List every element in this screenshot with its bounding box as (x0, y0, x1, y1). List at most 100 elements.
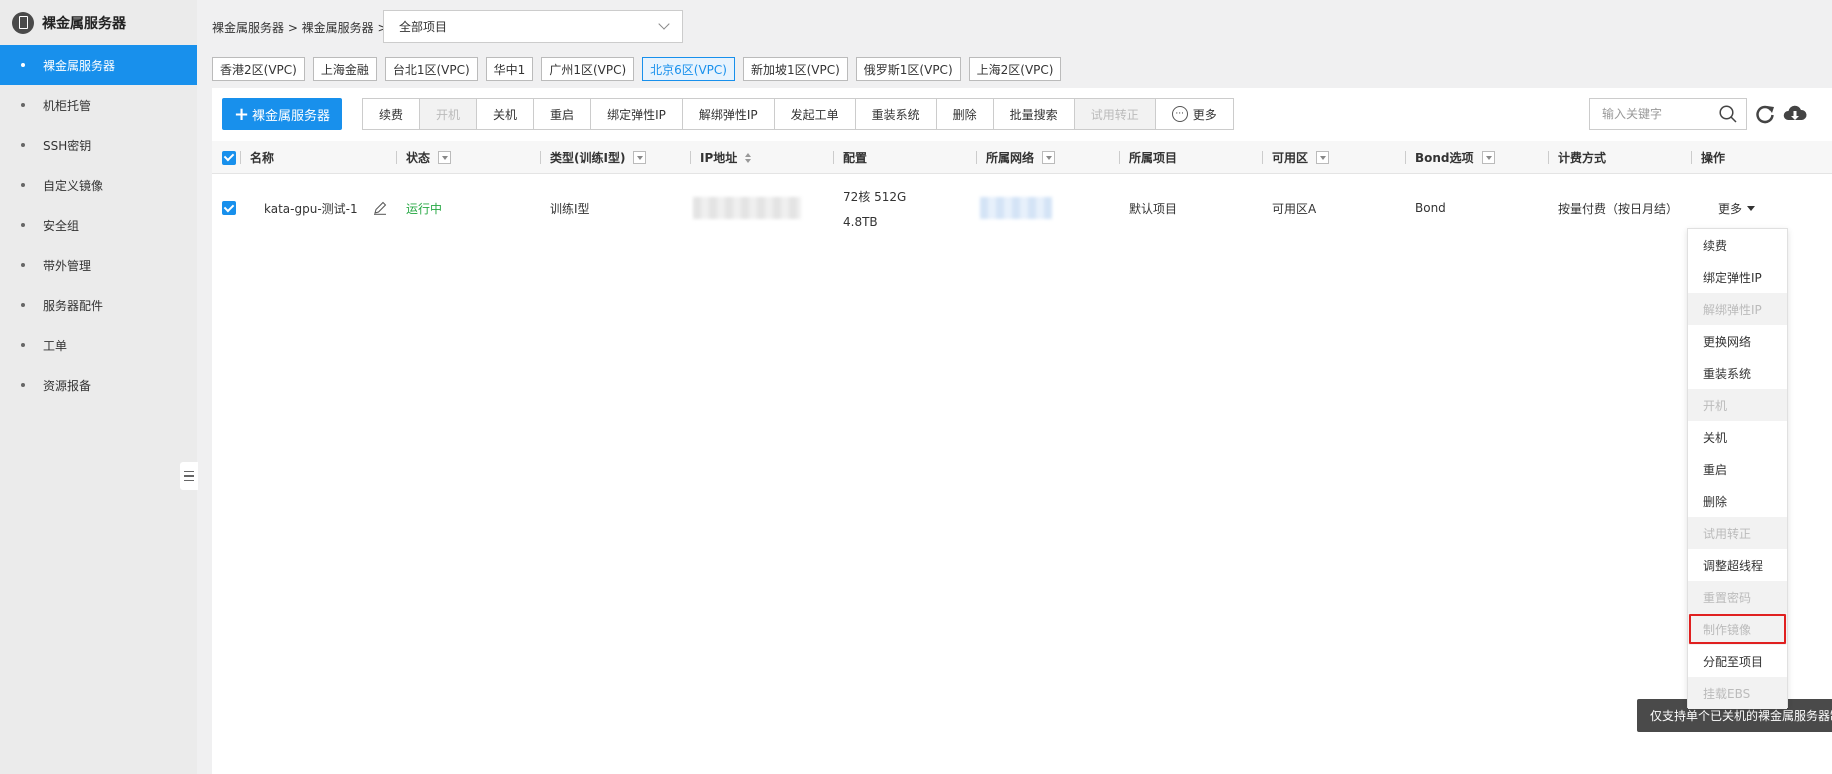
more-dots-icon: ··· (1171, 106, 1188, 122)
toolbar-action-button[interactable]: 批量搜索 (993, 99, 1075, 129)
dropdown-menu-item[interactable]: 制作镜像 (1688, 613, 1787, 645)
search-icon[interactable] (1719, 105, 1737, 123)
toolbar-action-button[interactable]: 发起工单 (774, 99, 856, 129)
table-row[interactable]: kata-gpu-测试-1 运行中 训练I型 72核 512G 4.8TB 默认… (212, 175, 1832, 241)
region-tab[interactable]: 台北1区(VPC) (384, 57, 478, 81)
sidebar-item-label: 安全组 (43, 218, 80, 233)
select-all-checkbox[interactable] (222, 141, 236, 174)
bullet-icon (21, 183, 25, 187)
dropdown-menu-item[interactable]: 解绑弹性IP (1688, 293, 1787, 325)
region-tab[interactable]: 俄罗斯1区(VPC) (855, 57, 961, 81)
server-icon (12, 11, 34, 34)
dropdown-menu-item[interactable]: 续费 (1688, 229, 1787, 261)
sidebar-item[interactable]: 资源报备 (0, 365, 197, 405)
cloud-download-icon[interactable] (1783, 103, 1807, 125)
sidebar-item-label: 服务器配件 (43, 298, 104, 313)
toolbar-action-button[interactable]: 关机 (477, 99, 535, 129)
dropdown-menu-item[interactable]: 调整超线程 (1688, 549, 1787, 581)
toolbar-action-button[interactable]: 重启 (534, 99, 592, 129)
row-actions-dropdown: 续费 绑定弹性IP 解绑弹性IP 更换网络 重装系统 开机 关机 重启 删除 试用转正 调整超线程重… (1687, 228, 1788, 709)
filter-icon[interactable] (1481, 151, 1495, 164)
sort-icon[interactable] (745, 152, 752, 163)
project-select[interactable]: 全部项目 (383, 10, 683, 43)
sidebar-title: 裸金属服务器 (42, 15, 126, 32)
col-type: 类型(训练I型) (540, 141, 647, 174)
add-server-label: 裸金属服务器 (252, 108, 331, 124)
region-tab[interactable]: 上海金融 (312, 57, 377, 81)
dropdown-menu-item[interactable]: 重置密码 (1688, 581, 1787, 613)
region-tab[interactable]: 广州1区(VPC) (541, 57, 635, 81)
filter-icon[interactable] (633, 151, 647, 164)
toolbar-action-button[interactable]: 删除 (936, 99, 994, 129)
col-project: 所属项目 (1119, 141, 1177, 174)
region-tab[interactable]: 香港2区(VPC) (212, 57, 305, 81)
sidebar-collapse-handle[interactable] (180, 462, 198, 490)
search-box (1589, 98, 1747, 130)
dropdown-menu-item[interactable]: 重装系统 (1688, 357, 1787, 389)
dropdown-menu-item[interactable]: 试用转正 (1688, 517, 1787, 549)
dropdown-menu-item[interactable]: 关机 (1688, 421, 1787, 453)
sidebar-item[interactable]: 工单 (0, 325, 197, 365)
toolbar-action-button[interactable]: 试用转正 (1074, 99, 1156, 129)
filter-icon[interactable] (1316, 151, 1330, 164)
sidebar-item-label: 自定义镜像 (43, 178, 104, 193)
refresh-icon[interactable] (1754, 103, 1776, 125)
topbar: 裸金属服务器 > 裸金属服务器 > 全部项目 香港2区(VPC) 上海金融 台北1区… (197, 0, 1832, 88)
toolbar-more-button[interactable]: ··· 更多 (1155, 99, 1233, 129)
row-config-cpu-mem: 72核 512G (843, 189, 907, 204)
col-actions: 操作 (1691, 141, 1725, 174)
edit-name-button[interactable] (373, 175, 387, 241)
toolbar-action-button[interactable]: 绑定弹性IP (591, 99, 683, 129)
dropdown-menu-item[interactable]: 开机 (1688, 389, 1787, 421)
row-config-disk: 4.8TB (843, 214, 878, 229)
bullet-icon (21, 303, 25, 307)
table-header: 名称 状态 类型(训练I型) IP地址 配置 所属网络 所属项目 可用区 Bon… (212, 141, 1832, 174)
sidebar-item-label: 裸金属服务器 (43, 58, 116, 73)
sidebar-item[interactable]: 裸金属服务器 (0, 45, 197, 85)
row-zone: 可用区A (1272, 201, 1317, 216)
toolbar-action-button[interactable]: 开机 (420, 99, 478, 129)
row-checkbox[interactable] (222, 175, 236, 241)
col-billing: 计费方式 (1548, 141, 1606, 174)
sidebar-item[interactable]: 自定义镜像 (0, 165, 197, 205)
sidebar-item[interactable]: 机柜托管 (0, 85, 197, 125)
region-tab[interactable]: 北京6区(VPC) (642, 57, 735, 81)
caret-down-icon (1747, 205, 1756, 211)
dropdown-menu-item[interactable]: 删除 (1688, 485, 1787, 517)
region-tab[interactable]: 华中1 (485, 57, 534, 81)
filter-icon[interactable] (1042, 151, 1056, 164)
dropdown-menu-item[interactable]: 分配至项目 (1688, 645, 1787, 677)
sidebar-menu: 裸金属服务器机柜托管 SSH密钥自定义镜像安全组带外管理服务器配件工单资源报备 (0, 45, 197, 405)
bullet-icon (21, 63, 25, 67)
col-network: 所属网络 (976, 141, 1056, 174)
region-tab[interactable]: 上海2区(VPC) (968, 57, 1062, 81)
dropdown-menu-item[interactable]: 更换网络 (1688, 325, 1787, 357)
sidebar-item-label: 带外管理 (43, 258, 92, 273)
toolbar-action-button[interactable]: 重装系统 (855, 99, 937, 129)
row-type: 训练I型 (550, 201, 590, 216)
bullet-icon (21, 263, 25, 267)
toolbar-action-button[interactable]: 解绑弹性IP (682, 99, 775, 129)
filter-icon[interactable] (438, 151, 452, 164)
dropdown-menu-item[interactable]: 重启 (1688, 453, 1787, 485)
toolbar-action-button[interactable]: 续费 (363, 99, 421, 129)
sidebar-item-label: 资源报备 (43, 378, 92, 393)
add-server-button[interactable]: + 裸金属服务器 (222, 98, 342, 130)
sidebar-item[interactable]: 服务器配件 (0, 285, 197, 325)
col-name: 名称 (240, 141, 274, 174)
row-bond: Bond (1415, 201, 1446, 215)
search-input[interactable] (1602, 107, 1722, 121)
sidebar-item[interactable]: 安全组 (0, 205, 197, 245)
project-select-value: 全部项目 (399, 20, 448, 34)
dropdown-menu-item[interactable]: 绑定弹性IP (1688, 261, 1787, 293)
main-content: + 裸金属服务器 续费 开机 关机 重启 绑定弹性IP 解绑弹性IP 发起工单 重装系统 删除批… (212, 88, 1832, 774)
sidebar-item[interactable]: 带外管理 (0, 245, 197, 285)
region-tabs: 香港2区(VPC) 上海金融 台北1区(VPC) 华中1 广州1区(VPC) 北京6区(V… (212, 57, 1062, 81)
row-name[interactable]: kata-gpu-测试-1 (264, 175, 358, 241)
col-zone: 可用区 (1262, 141, 1330, 174)
dropdown-menu-item[interactable]: 挂载EBS (1688, 677, 1787, 709)
region-tab[interactable]: 新加坡1区(VPC) (742, 57, 848, 81)
col-config: 配置 (833, 141, 867, 174)
sidebar-item[interactable]: SSH密钥 (0, 125, 197, 165)
sidebar-item-label: SSH密钥 (43, 138, 92, 153)
